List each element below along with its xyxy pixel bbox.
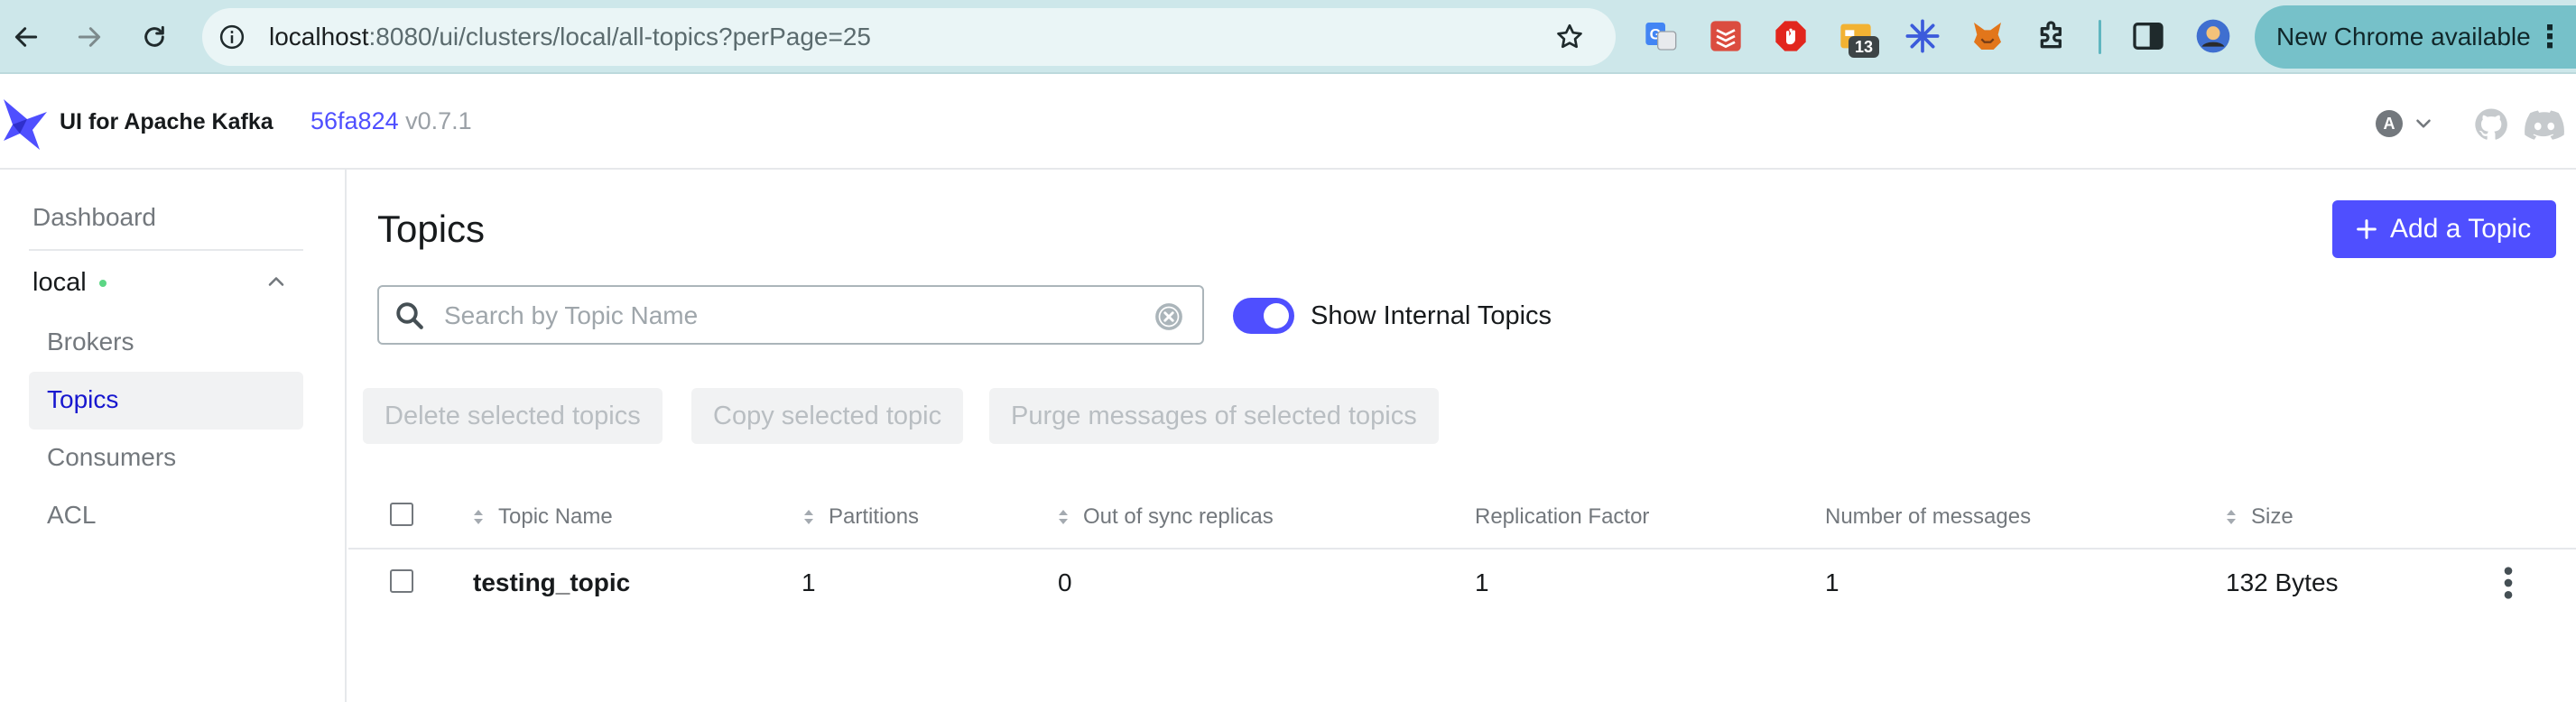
clear-search-icon[interactable] — [1154, 301, 1184, 332]
github-icon[interactable] — [2473, 106, 2509, 143]
forward-arrow-icon[interactable] — [67, 14, 112, 60]
column-header-replication-factor: Replication Factor — [1475, 504, 1650, 529]
add-topic-button[interactable]: Add a Topic — [2332, 200, 2556, 258]
puzzle-extensions-icon[interactable] — [2034, 18, 2071, 54]
plus-icon — [2357, 219, 2377, 239]
version-tag: v0.7.1 — [405, 107, 472, 134]
discord-icon[interactable] — [2524, 106, 2565, 143]
cell-replication-factor: 1 — [1475, 568, 1489, 596]
kebab-menu-icon[interactable]: ⋮ — [2534, 5, 2565, 69]
row-select-checkbox[interactable] — [390, 569, 413, 593]
url-path: :8080/ui/clusters/local/all-topics?perPa… — [368, 23, 871, 51]
cell-out-of-sync-replicas: 0 — [1058, 568, 1072, 596]
show-internal-topics-label: Show Internal Topics — [1311, 301, 1552, 330]
topic-name-link[interactable]: testing_topic — [473, 567, 630, 599]
site-info-icon[interactable] — [218, 23, 246, 51]
copy-selected-topic-button[interactable]: Copy selected topic — [691, 388, 964, 444]
sidebar-cluster-local[interactable]: local — [32, 267, 87, 298]
search-icon — [396, 302, 423, 329]
sidebar-item-dashboard[interactable]: Dashboard — [32, 202, 156, 233]
add-topic-label: Add a Topic — [2390, 214, 2532, 244]
purge-messages-button[interactable]: Purge messages of selected topics — [989, 388, 1439, 444]
extension-badge-count: 13 — [1849, 36, 1879, 58]
topic-search-box — [377, 285, 1204, 345]
adblock-icon[interactable] — [1773, 18, 1809, 54]
cell-partitions: 1 — [802, 568, 816, 596]
table-header-divider — [348, 548, 2576, 550]
browser-toolbar: localhost:8080/ui/clusters/local/all-top… — [0, 0, 2576, 74]
sidebar-item-consumers[interactable]: Consumers — [47, 442, 176, 473]
select-all-checkbox[interactable] — [390, 503, 413, 526]
sidebar-item-brokers[interactable]: Brokers — [47, 327, 134, 357]
chevron-down-icon[interactable] — [2412, 112, 2435, 135]
bookmark-star-icon[interactable] — [1554, 22, 1585, 52]
toolbar-separator — [2099, 20, 2101, 54]
app-name[interactable]: UI for Apache Kafka — [60, 108, 273, 135]
toggle-knob — [1264, 303, 1289, 328]
sidebar-divider — [29, 249, 303, 251]
sidebar-item-topics[interactable]: Topics — [47, 384, 118, 415]
kafka-ui-logo-icon[interactable] — [0, 94, 51, 153]
show-internal-topics-toggle[interactable] — [1233, 298, 1294, 334]
user-avatar[interactable]: A — [2376, 110, 2403, 137]
profile-avatar-icon[interactable] — [2195, 18, 2231, 54]
address-bar[interactable]: localhost:8080/ui/clusters/local/all-top… — [202, 8, 1616, 66]
sidebar-item-acl[interactable]: ACL — [47, 500, 96, 531]
version-info: 56fa824 v0.7.1 — [310, 106, 472, 135]
column-header-partitions[interactable]: Partitions — [829, 503, 919, 531]
side-panel-icon[interactable] — [2130, 18, 2166, 54]
column-header-topic-name[interactable]: Topic Name — [498, 503, 613, 531]
perplexity-icon[interactable] — [1904, 18, 1941, 54]
chevron-up-icon[interactable] — [264, 269, 289, 294]
update-label: New Chrome available — [2276, 23, 2531, 51]
url-host: localhost — [269, 23, 369, 51]
back-arrow-icon[interactable] — [4, 14, 49, 60]
column-header-number-of-messages: Number of messages — [1825, 504, 2032, 529]
column-header-out-of-sync-replicas[interactable]: Out of sync replicas — [1083, 503, 1274, 531]
row-actions-kebab-icon[interactable] — [2497, 565, 2520, 601]
todoist-icon[interactable] — [1708, 18, 1744, 54]
delete-selected-topics-button[interactable]: Delete selected topics — [363, 388, 663, 444]
app-header: UI for Apache Kafka 56fa824 v0.7.1 A — [0, 76, 2576, 170]
metamask-icon[interactable] — [1969, 18, 2006, 54]
translate-icon[interactable]: G — [1643, 18, 1679, 54]
reload-icon[interactable] — [132, 14, 177, 60]
url-text: localhost:8080/ui/clusters/local/all-top… — [269, 23, 871, 51]
column-header-size[interactable]: Size — [2251, 503, 2293, 531]
sort-icon[interactable] — [471, 506, 486, 528]
cluster-online-status — [99, 280, 107, 287]
commit-link[interactable]: 56fa824 — [310, 107, 399, 134]
topic-search-input[interactable] — [444, 296, 1112, 336]
cell-size: 132 Bytes — [2226, 568, 2339, 596]
sort-icon[interactable] — [802, 506, 816, 528]
cell-number-of-messages: 1 — [1825, 568, 1839, 596]
new-chrome-available-button[interactable]: New Chrome available ⋮ — [2255, 5, 2576, 69]
sort-icon[interactable] — [2224, 506, 2238, 528]
sidebar: Dashboard local Brokers Topics Consumers… — [0, 170, 347, 702]
page-title: Topics — [377, 208, 486, 250]
sort-icon[interactable] — [1056, 506, 1070, 528]
